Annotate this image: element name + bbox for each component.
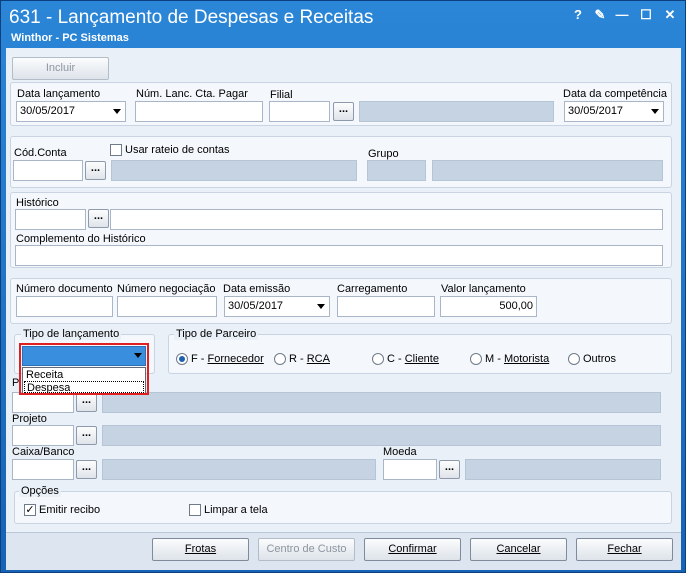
fornecedor-option-label: F - Fornecedor <box>191 353 264 365</box>
numero-negociacao-label: Número negociação <box>117 283 216 295</box>
radio-outros[interactable] <box>568 353 580 365</box>
historico-code-input[interactable] <box>15 209 86 230</box>
highlight-box <box>19 343 149 395</box>
grupo-code-field <box>367 160 426 181</box>
help-icon[interactable]: ? <box>569 7 587 23</box>
window-title: 631 - Lançamento de Despesas e Receitas <box>9 7 374 28</box>
conta-lookup-button[interactable]: ... <box>85 161 106 180</box>
moeda-name-field <box>465 459 661 480</box>
rca-option-label: R - RCA <box>289 353 330 365</box>
cliente-option-label: C - Cliente <box>387 353 439 365</box>
historico-text-input[interactable] <box>110 209 663 230</box>
conta-name-field <box>111 160 357 181</box>
carregamento-label: Carregamento <box>337 283 408 295</box>
historico-label: Histórico <box>16 197 59 209</box>
data-emissao-value: 30/05/2017 <box>228 300 284 312</box>
frotas-button[interactable]: Frotas <box>152 538 249 561</box>
valor-lancamento-label: Valor lançamento <box>441 283 526 295</box>
incluir-button[interactable]: Incluir <box>12 57 109 80</box>
valor-lancamento-input[interactable]: 500,00 <box>440 296 537 317</box>
cod-conta-label: Cód.Conta <box>14 147 67 159</box>
num-lanc-input[interactable] <box>135 101 263 122</box>
opcoes-label: Opções <box>19 485 61 497</box>
data-emissao-label: Data emissão <box>223 283 291 295</box>
minimize-icon[interactable]: — <box>613 7 631 23</box>
cancelar-button[interactable]: Cancelar <box>470 538 567 561</box>
parceiro-name-field <box>102 392 661 413</box>
numero-documento-input[interactable] <box>16 296 113 317</box>
confirmar-button[interactable]: Confirmar <box>364 538 461 561</box>
emitir-recibo-checkbox[interactable]: ✓ <box>24 504 36 516</box>
fechar-button[interactable]: Fechar <box>576 538 673 561</box>
data-emissao-field[interactable]: 30/05/2017 <box>224 296 330 317</box>
caixa-banco-label: Caixa/Banco <box>12 446 75 458</box>
data-lancamento-label: Data lançamento <box>17 88 101 100</box>
radio-motorista[interactable] <box>470 353 482 365</box>
tipo-parceiro-label: Tipo de Parceiro <box>174 328 259 340</box>
data-lancamento-value: 30/05/2017 <box>20 105 76 117</box>
caixa-banco-name-field <box>102 459 376 480</box>
parceiro-lookup-button[interactable]: ... <box>76 393 97 412</box>
window-subtitle: Winthor - PC Sistemas <box>11 32 129 44</box>
moeda-label: Moeda <box>383 446 417 458</box>
chevron-down-icon[interactable] <box>317 304 325 309</box>
app-window: 631 - Lançamento de Despesas e Receitas … <box>0 0 686 573</box>
projeto-code-input[interactable] <box>12 425 74 446</box>
tipo-lancamento-label: Tipo de lançamento <box>21 328 122 340</box>
projeto-lookup-button[interactable]: ... <box>76 426 97 445</box>
num-lanc-label: Núm. Lanc. Cta. Pagar <box>136 88 248 100</box>
usar-rateio-label: Usar rateio de contas <box>125 144 230 156</box>
radio-fornecedor[interactable] <box>176 353 188 365</box>
radio-rca[interactable] <box>274 353 286 365</box>
numero-documento-label: Número documento <box>16 283 113 295</box>
moeda-lookup-button[interactable]: ... <box>439 460 460 479</box>
centro-custo-button[interactable]: Centro de Custo <box>258 538 355 561</box>
data-competencia-field[interactable]: 30/05/2017 <box>564 101 664 122</box>
maximize-icon[interactable]: ☐ <box>637 7 655 23</box>
limpar-tela-label: Limpar a tela <box>204 504 268 516</box>
opcoes-group <box>14 491 672 524</box>
outros-option-label: Outros <box>583 353 617 365</box>
motorista-option-label: M - Motorista <box>485 353 550 365</box>
grupo-name-field <box>432 160 663 181</box>
data-lancamento-field[interactable]: 30/05/2017 <box>16 101 126 122</box>
title-bar[interactable]: 631 - Lançamento de Despesas e Receitas … <box>1 1 686 47</box>
emitir-recibo-label: Emitir recibo <box>39 504 101 516</box>
moeda-code-input[interactable] <box>383 459 437 480</box>
close-icon[interactable]: ✕ <box>661 7 679 23</box>
historico-lookup-button[interactable]: ... <box>88 209 109 228</box>
data-competencia-label: Data da competência <box>563 88 667 100</box>
chevron-down-icon[interactable] <box>651 109 659 114</box>
caixa-banco-lookup-button[interactable]: ... <box>76 460 97 479</box>
filial-lookup-button[interactable]: ... <box>333 102 354 121</box>
complemento-label: Complemento do Histórico <box>16 233 146 245</box>
parceiro-code-input[interactable] <box>12 392 74 413</box>
complemento-input[interactable] <box>15 245 663 266</box>
data-competencia-value: 30/05/2017 <box>568 105 624 117</box>
chevron-down-icon[interactable] <box>113 109 121 114</box>
limpar-tela-checkbox[interactable] <box>189 504 201 516</box>
filial-label: Filial <box>270 89 293 101</box>
projeto-label: Projeto <box>12 413 47 425</box>
grupo-label: Grupo <box>368 148 399 160</box>
usar-rateio-checkbox[interactable] <box>110 144 122 156</box>
carregamento-input[interactable] <box>337 296 435 317</box>
edit-icon[interactable]: ✎ <box>591 7 609 23</box>
filial-input[interactable] <box>269 101 330 122</box>
caixa-banco-code-input[interactable] <box>12 459 74 480</box>
projeto-name-field <box>102 425 661 446</box>
cod-conta-input[interactable] <box>13 160 83 181</box>
form-body: Incluir Data lançamento 30/05/2017 Núm. … <box>6 48 681 570</box>
radio-cliente[interactable] <box>372 353 384 365</box>
filial-name-field <box>359 101 554 122</box>
numero-negociacao-input[interactable] <box>117 296 217 317</box>
